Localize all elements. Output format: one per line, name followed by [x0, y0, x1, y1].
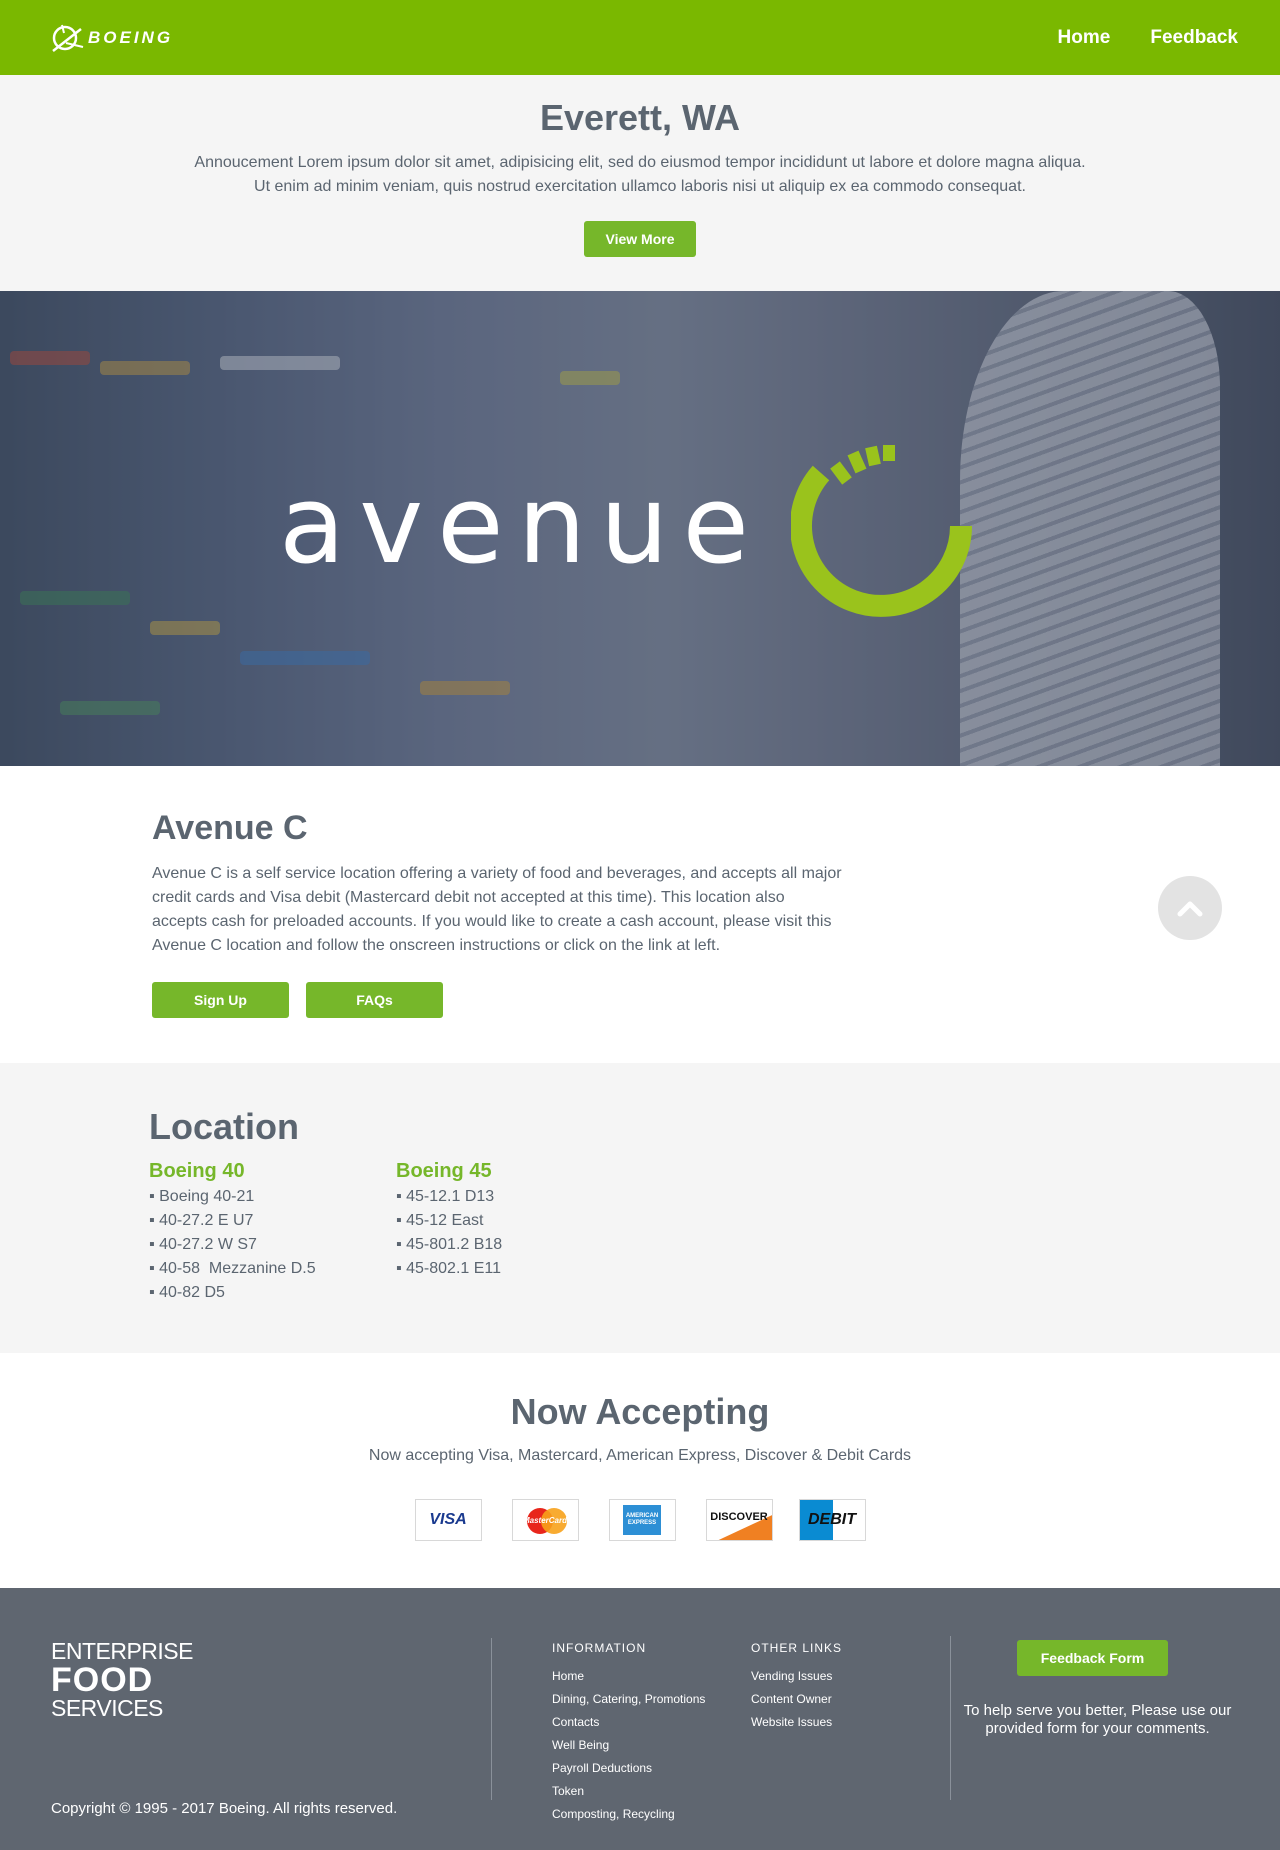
announcement-line-2: Ut enim ad minim veniam, quis nostrud ex…: [254, 178, 1026, 195]
about-title: Avenue C: [152, 809, 308, 847]
other-links-heading: OTHER LINKS: [751, 1641, 843, 1655]
c-ring-icon: [790, 445, 972, 617]
view-more-button[interactable]: View More: [584, 221, 696, 257]
footer-link-dining[interactable]: Dining, Catering, Promotions: [552, 1688, 705, 1711]
footer-link-website-issues[interactable]: Website Issues: [751, 1711, 842, 1734]
copyright-text: Copyright © 1995 - 2017 Boeing. All righ…: [51, 1800, 398, 1817]
location-item: ▪ 45-12 East: [396, 1212, 484, 1229]
hero-banner: avenue: [0, 291, 1280, 766]
boeing-wordmark: BOEING: [88, 27, 174, 47]
boeing-symbol-icon: [52, 24, 84, 52]
amex-card-icon: AMERICAN EXPRESS: [608, 1499, 676, 1541]
logo-line-2: FOOD: [51, 1661, 154, 1699]
sign-up-button[interactable]: Sign Up: [152, 982, 289, 1018]
footer-divider: [491, 1638, 492, 1800]
visa-card-icon: VISA: [414, 1499, 482, 1541]
location-item: ▪ 40-27.2 W S7: [149, 1236, 257, 1253]
amex-box: AMERICAN EXPRESS: [623, 1505, 661, 1535]
location-title: Everett, WA: [539, 97, 741, 138]
location-group-boeing-40: Boeing 40 ▪ Boeing 40-21 ▪ 40-27.2 E U7 …: [149, 1160, 396, 1305]
site-header: BOEING Home Feedback: [0, 0, 1280, 75]
information-heading: INFORMATION: [552, 1641, 647, 1655]
about-buttons: Sign Up FAQs: [152, 982, 1280, 1018]
visa-label: VISA: [429, 1511, 467, 1528]
footer-link-contacts[interactable]: Contacts: [552, 1711, 705, 1734]
footer-divider: [950, 1636, 951, 1800]
boeing-logo[interactable]: BOEING: [50, 21, 173, 55]
location-heading: Location: [149, 1106, 299, 1147]
location-section: Location Boeing 40 ▪ Boeing 40-21 ▪ 40-2…: [0, 1063, 1280, 1353]
feedback-text: To help serve you better, Please use our…: [963, 1702, 1232, 1737]
logo-line-1: ENTERPRISE: [51, 1638, 193, 1664]
location-item: ▪ 40-58 Mezzanine D.5: [149, 1260, 316, 1277]
discover-card-icon: DISCOVER: [705, 1499, 773, 1541]
announcement-line-1: Annoucement Lorem ipsum dolor sit amet, …: [194, 154, 1086, 171]
avenue-wordmark: avenue: [279, 463, 763, 588]
information-links: INFORMATION Home Dining, Catering, Promo…: [552, 1641, 705, 1826]
footer-link-composting[interactable]: Composting, Recycling: [552, 1803, 705, 1826]
location-item: ▪ 40-27.2 E U7: [149, 1212, 254, 1229]
faqs-button[interactable]: FAQs: [306, 982, 443, 1018]
enterprise-food-services-logo: ENTERPRISE FOOD SERVICES: [51, 1640, 193, 1720]
debit-card-icon: DEBIT: [798, 1499, 866, 1541]
chevron-up-icon: [1177, 901, 1203, 917]
main-nav: Home Feedback: [1058, 27, 1238, 49]
location-group-boeing-45: Boeing 45 ▪ 45-12.1 D13 ▪ 45-12 East ▪ 4…: [396, 1160, 643, 1305]
about-description: Avenue C is a self service location offe…: [152, 865, 842, 954]
footer-link-token[interactable]: Token: [552, 1780, 705, 1803]
logo-line-3: SERVICES: [51, 1695, 163, 1721]
payment-section: Now Accepting Now accepting Visa, Master…: [0, 1353, 1280, 1588]
location-item: ▪ Boeing 40-21: [149, 1188, 255, 1205]
location-columns: Boeing 40 ▪ Boeing 40-21 ▪ 40-27.2 E U7 …: [149, 1160, 1280, 1305]
nav-home[interactable]: Home: [1058, 27, 1111, 49]
location-item: ▪ 45-802.1 E11: [396, 1260, 502, 1277]
about-section: Avenue C Avenue C is a self service loca…: [0, 766, 1280, 1063]
location-group-title: Boeing 45: [396, 1160, 492, 1182]
footer-link-vending[interactable]: Vending Issues: [751, 1665, 842, 1688]
site-footer: ENTERPRISE FOOD SERVICES Copyright © 199…: [0, 1588, 1280, 1850]
location-item: ▪ 45-12.1 D13: [396, 1188, 495, 1205]
nav-feedback[interactable]: Feedback: [1150, 27, 1238, 49]
payment-subtitle: Now accepting Visa, Mastercard, American…: [368, 1447, 912, 1464]
location-group-title: Boeing 40: [149, 1160, 245, 1182]
footer-link-content-owner[interactable]: Content Owner: [751, 1688, 842, 1711]
announcement-section: Everett, WA Annoucement Lorem ipsum dolo…: [0, 75, 1280, 291]
location-item: ▪ 45-801.2 B18: [396, 1236, 503, 1253]
discover-label: DISCOVER: [710, 1511, 768, 1523]
mastercard-label: MasterCard: [522, 1515, 567, 1525]
avenue-c-logo: avenue: [0, 431, 1280, 621]
footer-link-well-being[interactable]: Well Being: [552, 1734, 705, 1757]
payment-cards: VISA MasterCard AMERICAN EXPRESS DISCOVE…: [0, 1499, 1280, 1541]
other-links: OTHER LINKS Vending Issues Content Owner…: [751, 1641, 842, 1734]
amex-label: AMERICAN EXPRESS: [625, 1513, 659, 1526]
footer-link-home[interactable]: Home: [552, 1665, 705, 1688]
location-list: ▪ Boeing 40-21 ▪ 40-27.2 E U7 ▪ 40-27.2 …: [149, 1185, 396, 1305]
payment-title: Now Accepting: [510, 1391, 770, 1432]
location-list: ▪ 45-12.1 D13 ▪ 45-12 East ▪ 45-801.2 B1…: [396, 1185, 643, 1281]
location-item: ▪ 40-82 D5: [149, 1284, 225, 1301]
debit-label: DEBIT: [808, 1511, 856, 1528]
mastercard-card-icon: MasterCard: [511, 1499, 579, 1541]
scroll-to-top-button[interactable]: [1158, 876, 1222, 940]
feedback-form-button[interactable]: Feedback Form: [1017, 1640, 1168, 1676]
footer-link-payroll[interactable]: Payroll Deductions: [552, 1757, 705, 1780]
